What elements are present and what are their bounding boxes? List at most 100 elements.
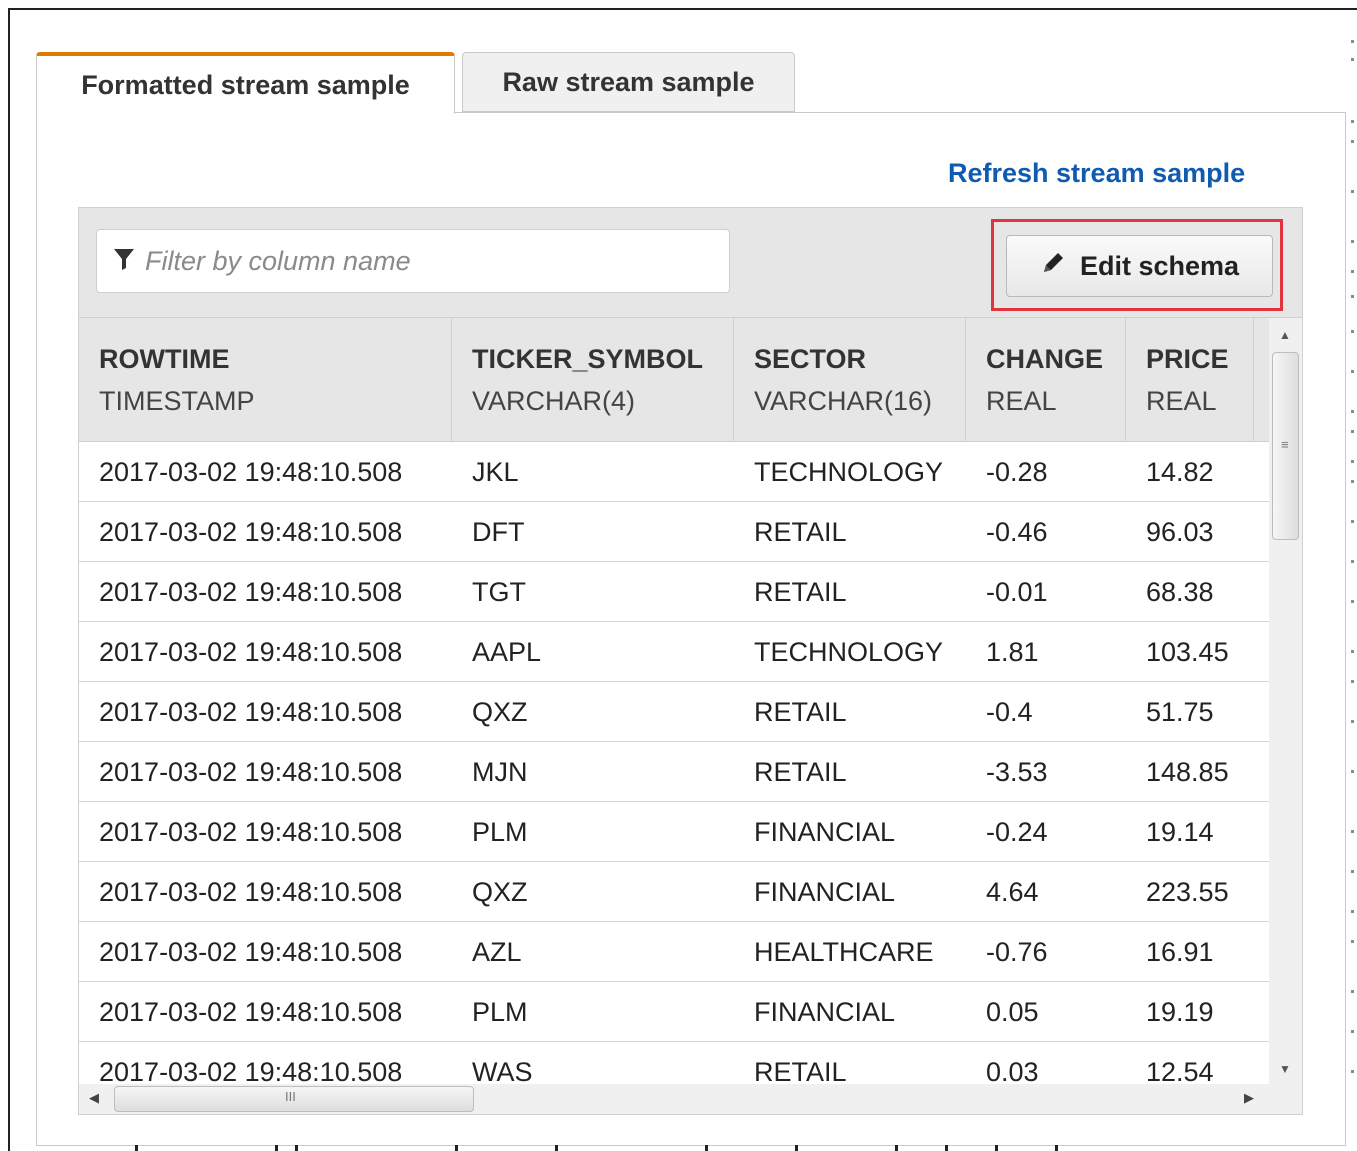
table-row[interactable]: 2017-03-02 19:48:10.508 DFT RETAIL -0.46 96.… <box>79 502 1269 562</box>
table-cell: 2017-03-02 19:48:10.508 <box>99 517 403 547</box>
table-cell: PLM <box>472 817 528 847</box>
table-cell: AZL <box>472 937 522 967</box>
table-cell: -0.4 <box>986 697 1033 727</box>
scroll-down-icon[interactable]: ▼ <box>1279 1062 1291 1076</box>
table-cell: 2017-03-02 19:48:10.508 <box>99 757 403 787</box>
tab-raw-stream-sample[interactable]: Raw stream sample <box>462 52 795 112</box>
grid-toolbar: Edit schema <box>79 208 1302 318</box>
table-row[interactable]: 2017-03-02 19:48:10.508 TGT RETAIL -0.01 68.… <box>79 562 1269 622</box>
table-cell: 2017-03-02 19:48:10.508 <box>99 937 403 967</box>
refresh-stream-sample-link[interactable]: Refresh stream sample <box>948 158 1245 189</box>
table-cell: DFT <box>472 517 525 547</box>
column-name: PRICE <box>1146 344 1229 374</box>
table-header: ROWTIME TIMESTAMP TICKER_SYMBOL VARCHAR(4) S… <box>79 318 1302 442</box>
table-cell: RETAIL <box>754 577 847 607</box>
table-cell: 223.55 <box>1146 877 1229 907</box>
grip-icon: ≡ <box>1281 437 1289 452</box>
table-cell: MJN <box>472 757 528 787</box>
table-row[interactable]: 2017-03-02 19:48:10.508 QXZ RETAIL -0.4 51.7… <box>79 682 1269 742</box>
column-header-change[interactable]: CHANGE REAL <box>966 318 1126 441</box>
table-cell: 2017-03-02 19:48:10.508 <box>99 1057 403 1084</box>
vertical-scroll-thumb[interactable]: ≡ <box>1272 352 1299 540</box>
table-cell: AAPL <box>472 637 542 667</box>
table-cell: PLM <box>472 997 528 1027</box>
table-row[interactable]: 2017-03-02 19:48:10.508 WAS RETAIL 0.03 12.5… <box>79 1042 1269 1084</box>
column-type: VARCHAR(4) <box>472 386 636 416</box>
table-cell: 2017-03-02 19:48:10.508 <box>99 997 403 1027</box>
table-body: 2017-03-02 19:48:10.508 JKL TECHNOLOGY -0.2… <box>79 442 1269 1084</box>
bottom-artifacts <box>95 1145 1095 1151</box>
column-type: TIMESTAMP <box>99 386 255 416</box>
scroll-up-icon[interactable]: ▲ <box>1279 328 1291 342</box>
stream-sample-grid: Edit schema ROWTIME TIMESTAMP TICKER_SYMBO… <box>78 207 1303 1115</box>
filter-box[interactable] <box>96 229 730 293</box>
table-cell: 2017-03-02 19:48:10.508 <box>99 877 403 907</box>
table-cell: RETAIL <box>754 1057 847 1084</box>
table-cell: 103.45 <box>1146 637 1229 667</box>
table-cell: 2017-03-02 19:48:10.508 <box>99 457 403 487</box>
grip-icon: III <box>285 1089 296 1104</box>
table-cell: 2017-03-02 19:48:10.508 <box>99 637 403 667</box>
table-cell: FINANCIAL <box>754 877 896 907</box>
table-cell: QXZ <box>472 697 528 727</box>
scroll-right-icon[interactable]: ▶ <box>1244 1090 1254 1106</box>
column-name: ROWTIME <box>99 344 230 374</box>
tab-formatted-stream-sample[interactable]: Formatted stream sample <box>36 52 455 114</box>
scroll-corner <box>1269 1084 1302 1114</box>
table-cell: 1.81 <box>986 637 1039 667</box>
filter-icon <box>113 247 135 276</box>
column-header-rowtime[interactable]: ROWTIME TIMESTAMP <box>79 318 452 441</box>
table-cell: 148.85 <box>1146 757 1229 787</box>
edit-schema-button[interactable]: Edit schema <box>1006 235 1273 297</box>
table-cell: TECHNOLOGY <box>754 637 944 667</box>
table-cell: JKL <box>472 457 519 487</box>
column-header-ticker-symbol[interactable]: TICKER_SYMBOL VARCHAR(4) <box>452 318 734 441</box>
table-cell: 51.75 <box>1146 697 1214 727</box>
filter-input[interactable] <box>143 244 707 278</box>
table-cell: TGT <box>472 577 526 607</box>
table-cell: 14.82 <box>1146 457 1214 487</box>
table-cell: RETAIL <box>754 697 847 727</box>
table-cell: 68.38 <box>1146 577 1214 607</box>
table-row[interactable]: 2017-03-02 19:48:10.508 PLM FINANCIAL 0.05 1… <box>79 982 1269 1042</box>
column-header-price[interactable]: PRICE REAL <box>1126 318 1254 441</box>
table-row[interactable]: 2017-03-02 19:48:10.508 QXZ FINANCIAL 4.64 2… <box>79 862 1269 922</box>
horizontal-scroll-thumb[interactable]: III <box>114 1086 474 1112</box>
table-row[interactable]: 2017-03-02 19:48:10.508 JKL TECHNOLOGY -0.2… <box>79 442 1269 502</box>
table-cell: 19.14 <box>1146 817 1214 847</box>
column-header-sector[interactable]: SECTOR VARCHAR(16) <box>734 318 966 441</box>
table-row[interactable]: 2017-03-02 19:48:10.508 PLM FINANCIAL -0.24… <box>79 802 1269 862</box>
table-cell: -3.53 <box>986 757 1048 787</box>
table-row[interactable]: 2017-03-02 19:48:10.508 AZL HEALTHCARE -0.7… <box>79 922 1269 982</box>
column-type: VARCHAR(16) <box>754 386 933 416</box>
table-cell: 96.03 <box>1146 517 1214 547</box>
table-cell: QXZ <box>472 877 528 907</box>
column-type: REAL <box>1146 386 1217 416</box>
pencil-icon <box>1040 250 1066 283</box>
table-cell: -0.24 <box>986 817 1048 847</box>
table-cell: 16.91 <box>1146 937 1214 967</box>
table-cell: 2017-03-02 19:48:10.508 <box>99 697 403 727</box>
vertical-scrollbar[interactable]: ▲ ≡ ▼ <box>1269 318 1302 1086</box>
table-cell: FINANCIAL <box>754 817 896 847</box>
table-cell: RETAIL <box>754 517 847 547</box>
table-cell: 2017-03-02 19:48:10.508 <box>99 577 403 607</box>
edge-artifacts <box>1348 40 1357 1140</box>
table-cell: FINANCIAL <box>754 997 896 1027</box>
horizontal-scrollbar[interactable]: ◀ III ▶ <box>79 1084 1302 1114</box>
table-cell: TECHNOLOGY <box>754 457 944 487</box>
column-name: TICKER_SYMBOL <box>472 344 704 374</box>
scroll-left-icon[interactable]: ◀ <box>89 1090 99 1106</box>
table-cell: HEALTHCARE <box>754 937 934 967</box>
table-cell: 12.54 <box>1146 1057 1214 1084</box>
table-cell: -0.46 <box>986 517 1048 547</box>
column-type: REAL <box>986 386 1057 416</box>
table-row[interactable]: 2017-03-02 19:48:10.508 MJN RETAIL -3.53 148… <box>79 742 1269 802</box>
table-cell: WAS <box>472 1057 533 1084</box>
table-cell: 0.03 <box>986 1057 1039 1084</box>
table-cell: 0.05 <box>986 997 1039 1027</box>
column-name: CHANGE <box>986 344 1104 374</box>
table-row[interactable]: 2017-03-02 19:48:10.508 AAPL TECHNOLOGY 1.8… <box>79 622 1269 682</box>
table-cell: -0.01 <box>986 577 1048 607</box>
table-cell: 2017-03-02 19:48:10.508 <box>99 817 403 847</box>
